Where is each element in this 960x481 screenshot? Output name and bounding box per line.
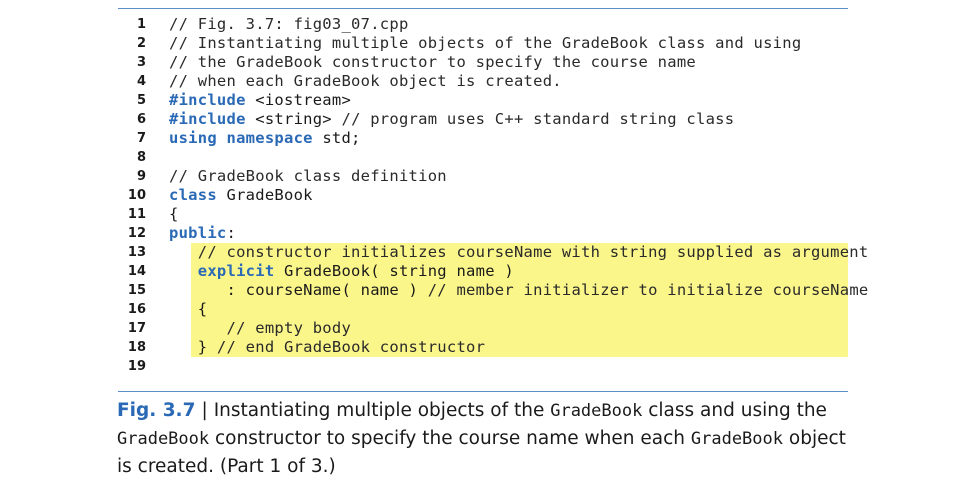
code-line: 17 // empty body — [0, 319, 960, 338]
code-line: 9 // GradeBook class definition — [0, 167, 960, 186]
code-token: { — [169, 300, 208, 318]
code-token: GradeBook — [216, 186, 313, 204]
code-line: 12 public: — [0, 224, 960, 243]
code-line: 11 { — [0, 205, 960, 224]
code-text: } // end GradeBook constructor — [169, 338, 485, 357]
caption-code-term: GradeBook — [117, 429, 210, 449]
code-line: 3 // the GradeBook constructor to specify… — [0, 53, 960, 72]
caption-code-term: GradeBook — [690, 429, 783, 449]
line-number: 12 — [127, 226, 146, 241]
line-number: 7 — [136, 131, 146, 146]
code-text: class GradeBook — [169, 186, 313, 205]
code-text: { — [169, 205, 179, 224]
line-number: 4 — [136, 74, 146, 89]
line-number: 3 — [136, 55, 146, 70]
code-line: 18 } // end GradeBook constructor — [0, 338, 960, 357]
code-token: <string> — [245, 110, 342, 128]
code-text: // the GradeBook constructor to specify … — [169, 53, 696, 72]
line-number: 17 — [127, 321, 146, 336]
code-token: <iostream> — [245, 91, 352, 109]
code-text: using namespace std; — [169, 129, 361, 148]
comment-token: // the GradeBook constructor to specify … — [169, 53, 696, 71]
code-text: // empty body — [169, 319, 351, 338]
line-number: 18 — [127, 340, 146, 355]
comment-token: // member initializer to initialize cour… — [427, 281, 869, 299]
caption-separator: | — [201, 400, 208, 421]
code-line: 14 explicit GradeBook( string name ) — [0, 262, 960, 281]
line-number: 9 — [136, 169, 146, 184]
code-token: std; — [312, 129, 361, 147]
code-text: explicit GradeBook( string name ) — [169, 262, 514, 281]
line-number: 5 — [136, 93, 146, 108]
comment-token: // program uses C++ standard string clas… — [341, 110, 735, 128]
code-text: #include <string> // program uses C++ st… — [169, 110, 734, 129]
keyword-token: explicit — [197, 262, 275, 280]
figure-caption: Fig. 3.7 | Instantiating multiple objects … — [117, 397, 857, 481]
code-text: // GradeBook class definition — [169, 167, 447, 186]
line-number: 6 — [136, 112, 146, 127]
line-number: 2 — [136, 36, 146, 51]
line-number: 13 — [127, 245, 146, 260]
comment-token: // Fig. 3.7: fig03_07.cpp — [169, 15, 409, 33]
code-listing: 1 // Fig. 3.7: fig03_07.cpp 2 // Instantiat… — [0, 15, 960, 376]
code-line: 13 // constructor initializes courseName… — [0, 243, 960, 262]
line-number: 11 — [127, 207, 146, 222]
code-text: : courseName( name ) // member initializ… — [169, 281, 868, 300]
keyword-token: class — [169, 186, 217, 204]
caption-code-term: GradeBook — [550, 401, 643, 421]
comment-token: // Instantiating multiple objects of the… — [169, 34, 802, 52]
code-text: // when each GradeBook object is created… — [169, 72, 562, 91]
code-token: } — [169, 338, 217, 356]
code-token: { — [169, 205, 179, 223]
comment-token: // when each GradeBook object is created… — [169, 72, 562, 90]
comment-token: // GradeBook class definition — [169, 167, 447, 185]
keyword-token: #include — [169, 110, 246, 128]
code-text: { — [169, 300, 207, 319]
code-line: 1 // Fig. 3.7: fig03_07.cpp — [0, 15, 960, 34]
code-line: 2 // Instantiating multiple objects of th… — [0, 34, 960, 53]
keyword-token: #include — [169, 91, 246, 109]
code-text: public: — [169, 224, 236, 243]
code-line: 15 : courseName( name ) // member initia… — [0, 281, 960, 300]
line-number: 10 — [127, 188, 146, 203]
code-line: 6 #include <string> // program uses C++ s… — [0, 110, 960, 129]
top-rule — [118, 8, 848, 9]
code-line: 19 — [0, 357, 960, 376]
code-line: 4 // when each GradeBook object is create… — [0, 72, 960, 91]
caption-segment: Instantiating multiple objects of the — [213, 400, 551, 421]
comment-token: // end GradeBook constructor — [216, 338, 486, 356]
code-token: GradeBook( string name ) — [274, 262, 514, 280]
code-line: 8 — [0, 148, 960, 167]
code-text: // constructor initializes courseName wi… — [169, 243, 868, 262]
code-line: 16 { — [0, 300, 960, 319]
code-token: : courseName( name ) — [169, 281, 428, 299]
figure-label: Fig. 3.7 — [117, 400, 196, 421]
code-line: 7 using namespace std; — [0, 129, 960, 148]
line-number: 19 — [127, 359, 146, 374]
line-number: 15 — [127, 283, 146, 298]
line-number: 16 — [127, 302, 146, 317]
bottom-rule — [118, 391, 848, 392]
line-number: 1 — [136, 17, 146, 32]
caption-segment: class and using the — [642, 400, 827, 421]
line-number: 8 — [136, 150, 146, 165]
code-text: #include <iostream> — [169, 91, 351, 110]
caption-segment: constructor to specify the course name w… — [209, 428, 691, 449]
code-line: 5 #include <iostream> — [0, 91, 960, 110]
keyword-token: public — [169, 224, 227, 242]
code-text: // Instantiating multiple objects of the… — [169, 34, 801, 53]
line-number: 14 — [127, 264, 146, 279]
code-line: 10 class GradeBook — [0, 186, 960, 205]
comment-token: // empty body — [169, 319, 352, 337]
code-text: // Fig. 3.7: fig03_07.cpp — [169, 15, 409, 34]
comment-token: // constructor initializes courseName wi… — [169, 243, 869, 261]
caption-text: Instantiating multiple objects of the Gr… — [117, 400, 846, 477]
highlight-band — [191, 300, 848, 319]
keyword-token: using namespace — [169, 129, 313, 147]
code-token: : — [226, 224, 237, 242]
